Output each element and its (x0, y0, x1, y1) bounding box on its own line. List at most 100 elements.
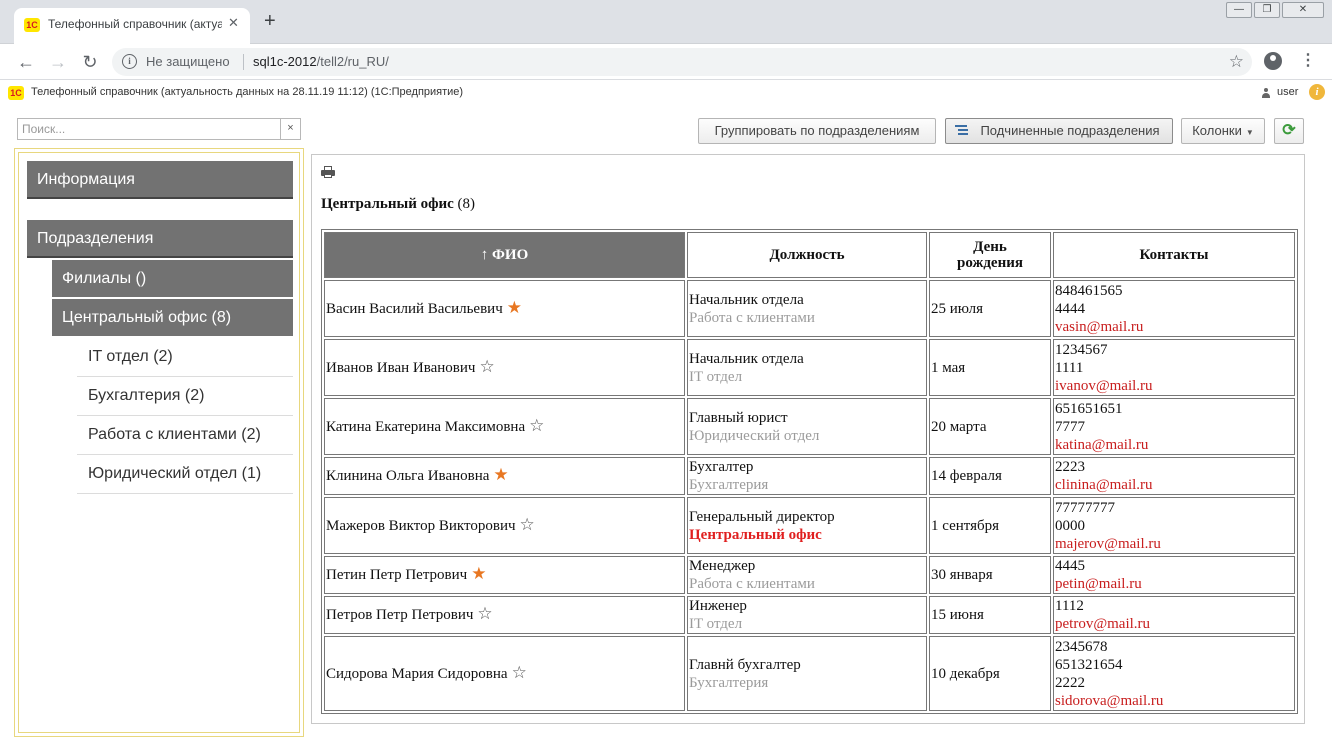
content-area: Центральный офис (8) ↑ ФИО Должность Ден… (311, 154, 1305, 724)
window-close-button[interactable]: ✕ (1282, 2, 1324, 18)
browser-toolbar: ← → ↻ i Не защищено sql1c-2012/tell2/ru_… (0, 44, 1332, 80)
bookmark-star-icon[interactable]: ☆ (1229, 52, 1244, 72)
cell-contacts: 2345678 651321654 2222 sidorova@mail.ru (1053, 636, 1295, 711)
browser-menu-icon[interactable]: ⋮ (1300, 50, 1316, 70)
email-link[interactable]: sidorova@mail.ru (1055, 693, 1163, 709)
table-row[interactable]: Катина Екатерина Максимовна ☆ Главный юри… (324, 398, 1295, 455)
search-input[interactable] (18, 119, 280, 139)
table-row[interactable]: Сидорова Мария Сидоровна ☆ Главнй бухгалт… (324, 636, 1295, 711)
nav-item-branches[interactable]: Филиалы () (52, 260, 293, 297)
browser-tab[interactable]: 1С Телефонный справочник (актуа ✕ (14, 8, 250, 44)
employee-name[interactable]: Клинина Ольга Ивановна (326, 468, 489, 484)
email-link[interactable]: ivanov@mail.ru (1055, 378, 1153, 394)
employee-name[interactable]: Мажеров Виктор Викторович (326, 518, 516, 534)
email-link[interactable]: petin@mail.ru (1055, 576, 1142, 592)
nav-item-accounting[interactable]: Бухгалтерия (2) (77, 377, 293, 416)
table-row[interactable]: Иванов Иван Иванович ☆ Начальник отдела IT… (324, 339, 1295, 396)
reload-icon[interactable]: ↻ (79, 51, 101, 73)
department-name: Работа с клиентами (689, 309, 815, 326)
email-link[interactable]: clinina@mail.ru (1055, 477, 1153, 493)
favorite-star-icon[interactable]: ★ (471, 564, 486, 583)
cell-birthday: 25 июля (929, 280, 1051, 337)
nav-item-it-dept[interactable]: IT отдел (2) (77, 338, 293, 377)
security-label: Не защищено (146, 54, 230, 69)
email-link[interactable]: majerov@mail.ru (1055, 536, 1161, 552)
refresh-button[interactable]: ⟳ (1274, 118, 1304, 144)
email-link[interactable]: katina@mail.ru (1055, 437, 1148, 453)
favorite-star-icon[interactable]: ★ (507, 298, 522, 317)
phone: 2345678 (1055, 638, 1108, 655)
profile-icon[interactable] (1264, 52, 1282, 70)
employee-name[interactable]: Иванов Иван Иванович (326, 360, 475, 376)
table-row[interactable]: Васин Василий Васильевич ★ Начальник отде… (324, 280, 1295, 337)
favorite-star-icon[interactable]: ☆ (529, 416, 544, 435)
favorite-star-icon[interactable]: ☆ (512, 663, 527, 682)
cell-birthday: 15 июня (929, 596, 1051, 634)
phone: 651651651 (1055, 400, 1123, 417)
employee-table: ↑ ФИО Должность День рождения Контакты Ва… (321, 229, 1298, 714)
column-header-birthday[interactable]: День рождения (929, 232, 1051, 278)
nav-item-divisions[interactable]: Подразделения (27, 220, 293, 258)
nav-item-information[interactable]: Информация (27, 161, 293, 199)
print-icon[interactable] (321, 166, 335, 178)
columns-button[interactable]: Колонки ▼ (1181, 118, 1265, 144)
table-row[interactable]: Клинина Ольга Ивановна ★ Бухгалтер Бухгалт… (324, 457, 1295, 495)
section-title-name: Центральный офис (321, 196, 454, 212)
cell-birthday: 10 декабря (929, 636, 1051, 711)
position-title: Инженер (689, 598, 747, 614)
url-text[interactable]: sql1c-2012/tell2/ru_RU/ (253, 54, 389, 69)
nav-item-legal-dept[interactable]: Юридический отдел (1) (77, 455, 293, 494)
cell-birthday: 20 марта (929, 398, 1051, 455)
employee-name[interactable]: Васин Василий Васильевич (326, 301, 503, 317)
tab-close-icon[interactable]: ✕ (228, 15, 239, 31)
cell-contacts: 2223 clinina@mail.ru (1053, 457, 1295, 495)
url-divider (243, 54, 244, 70)
cell-name: Васин Василий Васильевич ★ (324, 280, 685, 337)
minimize-button[interactable]: — (1226, 2, 1252, 18)
employee-name[interactable]: Петров Петр Петрович (326, 607, 473, 623)
phone: 0000 (1055, 517, 1085, 534)
address-bar[interactable]: i Не защищено sql1c-2012/tell2/ru_RU/ ☆ (112, 48, 1252, 76)
department-name-current: Центральный офис (689, 526, 822, 543)
position-title: Генеральный директор (689, 508, 835, 525)
position-title: Главнй бухгалтер (689, 656, 801, 673)
restore-button[interactable]: ❐ (1254, 2, 1280, 18)
group-by-divisions-button[interactable]: Группировать по подразделениям (698, 118, 936, 144)
favorite-star-icon[interactable]: ☆ (479, 357, 494, 376)
table-row[interactable]: Мажеров Виктор Викторович ☆ Генеральный д… (324, 497, 1295, 554)
email-link[interactable]: vasin@mail.ru (1055, 319, 1143, 335)
employee-name[interactable]: Петин Петр Петрович (326, 567, 467, 583)
nav-item-central-office[interactable]: Центральный офис (8) (52, 299, 293, 336)
phone: 7777 (1055, 418, 1085, 435)
app-header: 1С Телефонный справочник (актуальность д… (0, 81, 1332, 105)
email-link[interactable]: petrov@mail.ru (1055, 616, 1150, 632)
phone: 1112 (1055, 598, 1084, 614)
employee-name[interactable]: Сидорова Мария Сидоровна (326, 666, 508, 682)
table-row[interactable]: Петин Петр Петрович ★ Менеджер Работа с кл… (324, 556, 1295, 594)
info-icon[interactable]: i (1309, 84, 1325, 100)
favorite-star-icon[interactable]: ★ (493, 465, 508, 484)
cell-position: Бухгалтер Бухгалтерия (687, 457, 927, 495)
info-icon[interactable]: i (122, 54, 137, 69)
phone: 77777777 (1055, 499, 1115, 516)
favorite-star-icon[interactable]: ☆ (477, 604, 492, 623)
employee-name[interactable]: Катина Екатерина Максимовна (326, 419, 525, 435)
department-name: Бухгалтерия (689, 674, 769, 691)
column-header-contacts[interactable]: Контакты (1053, 232, 1295, 278)
cell-position: Начальник отдела IT отдел (687, 339, 927, 396)
hierarchy-icon (955, 125, 969, 137)
user-name[interactable]: user (1277, 86, 1298, 98)
column-header-name[interactable]: ↑ ФИО (324, 232, 685, 278)
new-tab-button[interactable]: + (264, 11, 276, 31)
cell-birthday: 14 февраля (929, 457, 1051, 495)
favorite-star-icon[interactable]: ☆ (520, 515, 535, 534)
subordinate-divisions-button[interactable]: Подчиненные подразделения (945, 118, 1173, 144)
subordinate-divisions-label: Подчиненные подразделения (980, 123, 1160, 138)
nav-item-client-work[interactable]: Работа с клиентами (2) (77, 416, 293, 455)
table-row[interactable]: Петров Петр Петрович ☆ Инженер IT отдел 15… (324, 596, 1295, 634)
clear-search-button[interactable]: × (280, 119, 300, 139)
column-header-position[interactable]: Должность (687, 232, 927, 278)
forward-arrow-icon[interactable]: → (47, 51, 69, 73)
cell-contacts: 1234567 1111 ivanov@mail.ru (1053, 339, 1295, 396)
back-arrow-icon[interactable]: ← (15, 51, 37, 73)
